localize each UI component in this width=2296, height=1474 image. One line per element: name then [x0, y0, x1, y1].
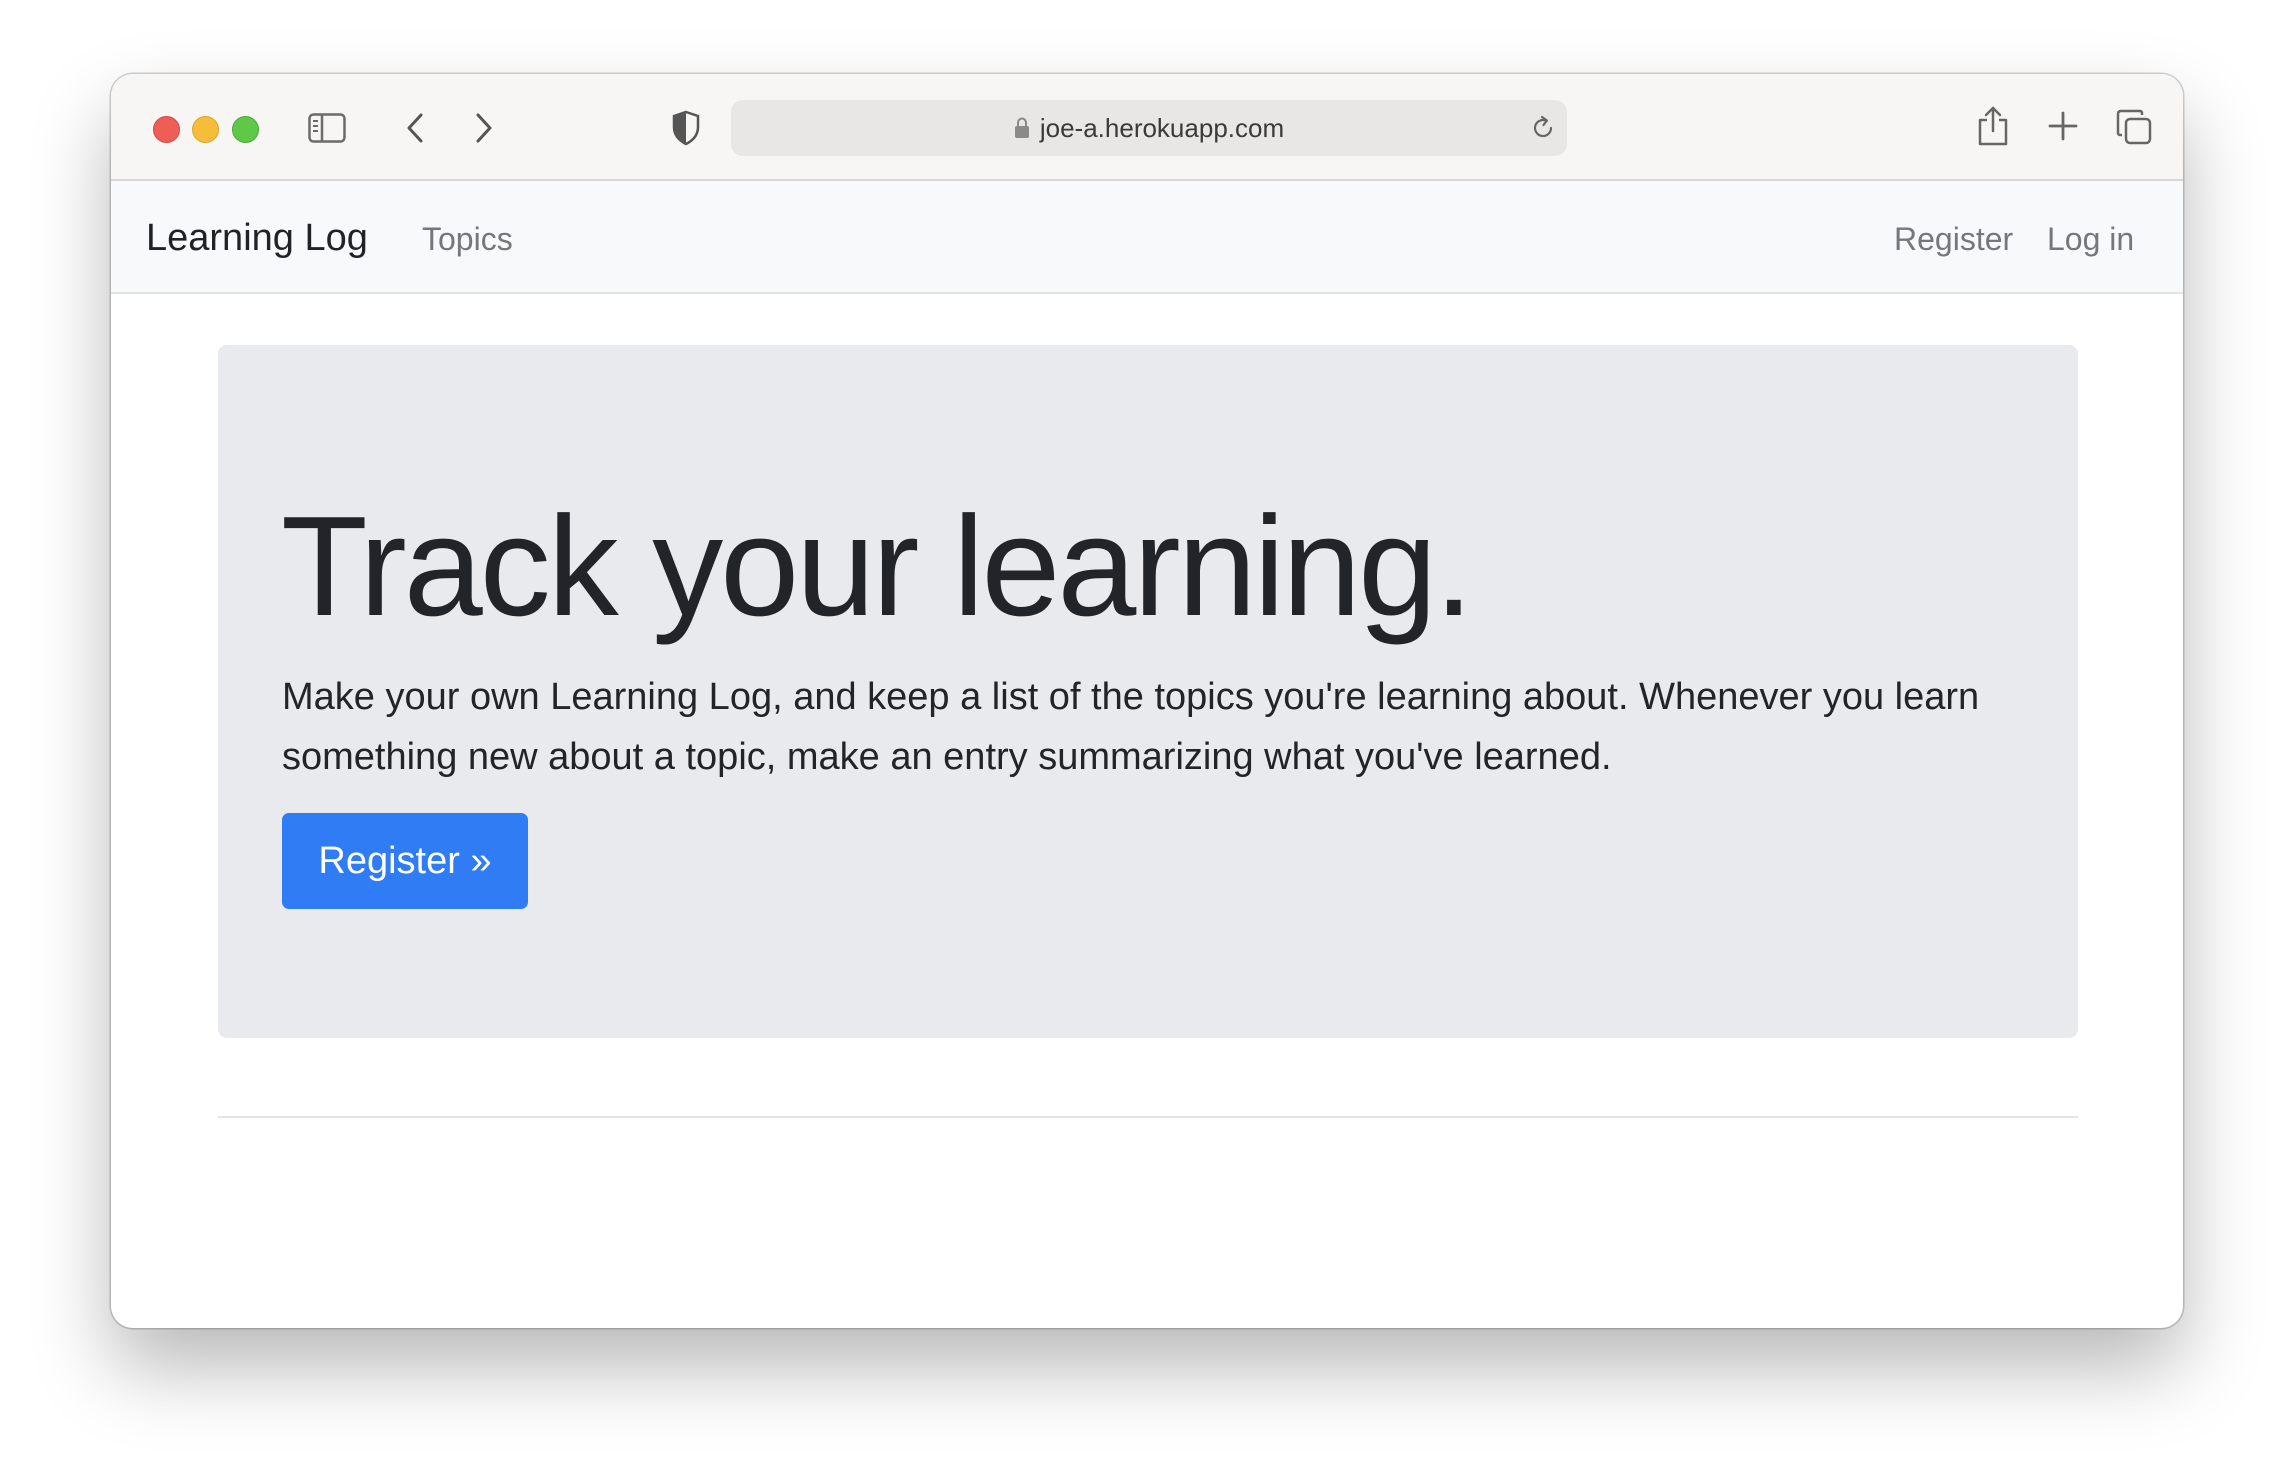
hero-jumbotron: Track your learning. Make your own Learn…: [218, 345, 2078, 1038]
plus-icon[interactable]: [2043, 106, 2083, 146]
brand-link[interactable]: Learning Log: [146, 217, 368, 260]
site-navbar: Learning Log Topics Register Log in: [111, 181, 2183, 294]
url-text: joe-a.herokuapp.com: [1039, 112, 1285, 143]
register-button[interactable]: Register »: [282, 813, 528, 909]
sidebar-icon[interactable]: [307, 108, 347, 148]
minimize-window-button[interactable]: [192, 116, 219, 143]
chevron-left-icon[interactable]: [395, 108, 435, 148]
divider: [218, 1116, 2078, 1118]
maximize-window-button[interactable]: [232, 116, 259, 143]
browser-window: joe-a.herokuapp.com Learning Log Topics …: [111, 74, 2183, 1328]
share-icon[interactable]: [1971, 102, 2015, 150]
tab-overview-icon[interactable]: [2113, 106, 2155, 148]
shield-icon[interactable]: [666, 108, 706, 148]
lock-icon: [1014, 117, 1030, 139]
address-bar[interactable]: joe-a.herokuapp.com: [731, 100, 1567, 156]
nav-link-register[interactable]: Register: [1894, 221, 2013, 258]
hero-lead-text: Make your own Learning Log, and keep a l…: [282, 676, 1980, 778]
nav-link-login[interactable]: Log in: [2047, 221, 2134, 258]
hero-headline: Track your learning.: [281, 487, 1474, 646]
browser-toolbar: joe-a.herokuapp.com: [111, 74, 2183, 181]
chevron-right-icon[interactable]: [464, 108, 504, 148]
close-window-button[interactable]: [153, 116, 180, 143]
reload-icon[interactable]: [1527, 112, 1559, 144]
nav-link-topics[interactable]: Topics: [422, 221, 513, 258]
